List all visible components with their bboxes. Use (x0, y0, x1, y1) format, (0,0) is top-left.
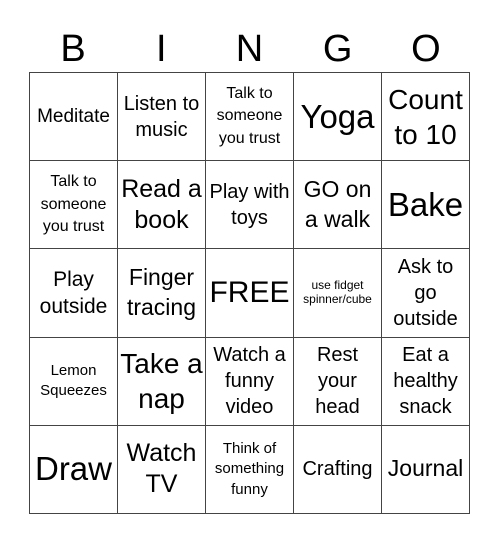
bingo-cell[interactable]: Eat a healthy snack (382, 337, 470, 426)
bingo-cell[interactable]: Talk to someone you trust (206, 73, 294, 162)
bingo-card-grid: Meditate Listen to music Talk to someone y… (29, 72, 470, 514)
bingo-cell[interactable]: Finger tracing (118, 249, 206, 338)
bingo-cell[interactable]: Watch a funny video (206, 337, 294, 426)
bingo-cell[interactable]: Yoga (294, 73, 382, 162)
bingo-cell[interactable]: Lemon Squeezes (30, 337, 118, 426)
bingo-header: B I N G O (29, 26, 470, 72)
bingo-cell[interactable]: Draw (30, 425, 118, 514)
bingo-cell[interactable]: Listen to music (118, 73, 206, 162)
bingo-cell[interactable]: use fidget spinner/cube (294, 249, 382, 338)
bingo-cell[interactable]: Take a nap (118, 337, 206, 426)
bingo-cell[interactable]: Watch TV (118, 425, 206, 514)
bingo-cell[interactable]: Crafting (294, 425, 382, 514)
header-letter-o: O (411, 28, 441, 70)
bingo-cell[interactable]: GO on a walk (294, 161, 382, 250)
bingo-cell[interactable]: Play with toys (206, 161, 294, 250)
bingo-cell[interactable]: Count to 10 (382, 73, 470, 162)
free-space-cell[interactable]: FREE (206, 249, 294, 338)
bingo-cell[interactable]: Meditate (30, 73, 118, 162)
bingo-cell[interactable]: Think of something funny (206, 425, 294, 514)
header-letter-i: I (156, 28, 167, 70)
header-letter-g: G (322, 28, 353, 70)
bingo-cell[interactable]: Bake (382, 161, 470, 250)
bingo-cell[interactable]: Talk to someone you trust (30, 161, 118, 250)
bingo-cell[interactable]: Ask to go outside (382, 249, 470, 338)
header-letter-b: B (60, 28, 86, 70)
bingo-cell[interactable]: Play outside (30, 249, 118, 338)
header-letter-n: N (235, 28, 264, 70)
bingo-cell[interactable]: Rest your head (294, 337, 382, 426)
bingo-cell[interactable]: Read a book (118, 161, 206, 250)
bingo-cell[interactable]: Journal (382, 425, 470, 514)
